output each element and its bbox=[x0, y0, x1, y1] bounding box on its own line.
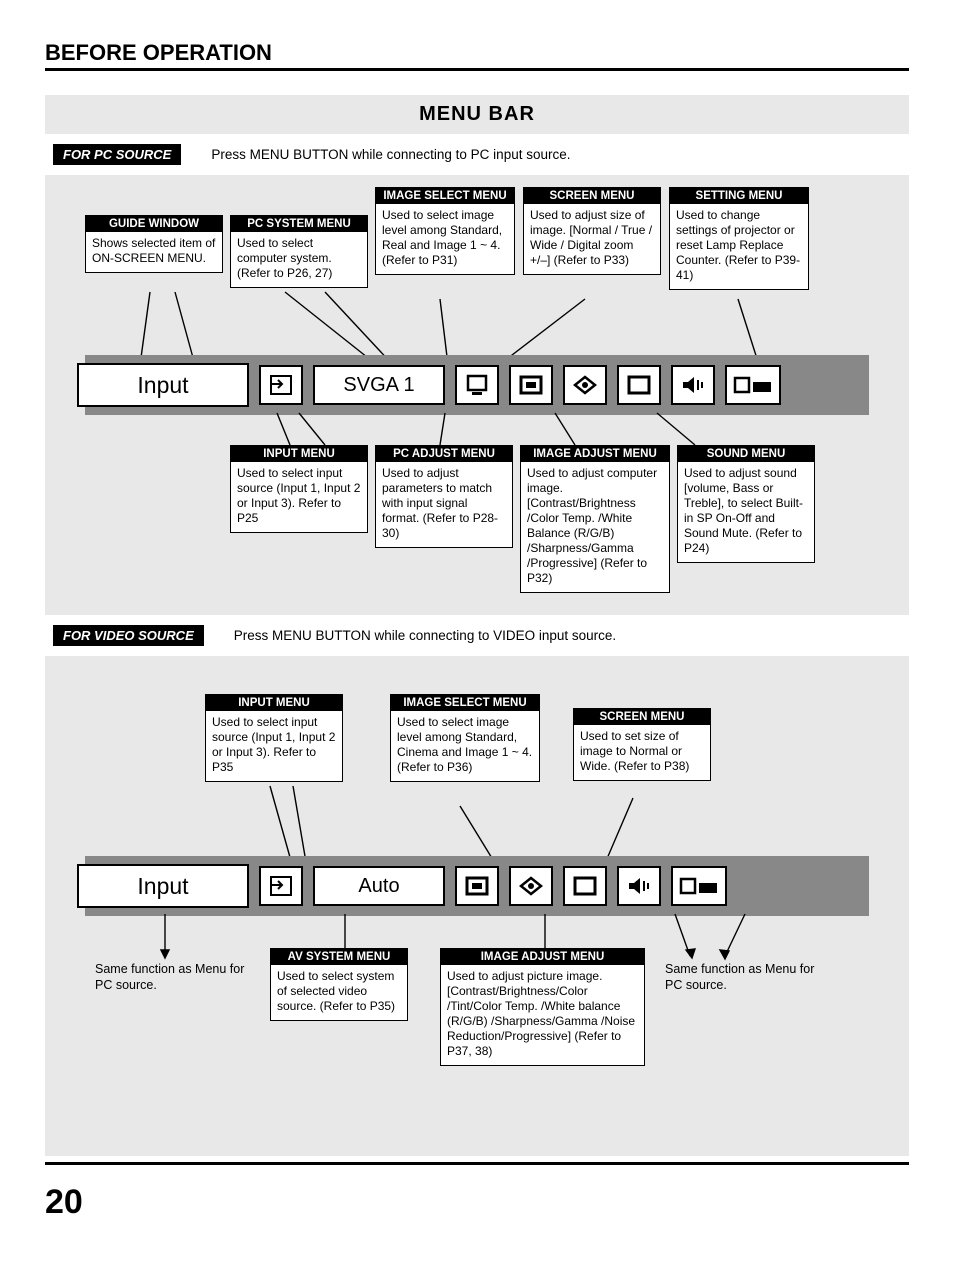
callout-body: Used to adjust computer image. [Contrast… bbox=[521, 462, 669, 592]
page-header: BEFORE OPERATION bbox=[45, 40, 909, 71]
footer-rule bbox=[45, 1162, 909, 1165]
video-source-chip: FOR VIDEO SOURCE bbox=[53, 625, 204, 646]
callout-body: Used to adjust picture image. [Contrast/… bbox=[441, 965, 644, 1065]
callout-av-system: AV SYSTEM MENU Used to select system of … bbox=[270, 948, 408, 1021]
callout-body: Used to adjust parameters to match with … bbox=[376, 462, 512, 547]
pc-diagram: GUIDE WINDOW Shows selected item of ON-S… bbox=[45, 175, 909, 615]
pc-source-desc: Press MENU BUTTON while connecting to PC… bbox=[211, 147, 570, 162]
callout-pc-adjust: PC ADJUST MENU Used to adjust parameters… bbox=[375, 445, 513, 548]
callout-body: Used to select input source (Input 1, In… bbox=[231, 462, 367, 532]
main-content: MENU BAR FOR PC SOURCE Press MENU BUTTON… bbox=[45, 95, 909, 1156]
callout-title: IMAGE ADJUST MENU bbox=[441, 949, 644, 965]
callout-sound: SOUND MENU Used to adjust sound [volume,… bbox=[677, 445, 815, 563]
pc-source-row: FOR PC SOURCE Press MENU BUTTON while co… bbox=[45, 134, 909, 175]
callout-title: IMAGE ADJUST MENU bbox=[521, 446, 669, 462]
pc-source-chip: FOR PC SOURCE bbox=[53, 144, 181, 165]
video-source-desc: Press MENU BUTTON while connecting to VI… bbox=[234, 628, 616, 643]
video-diagram: INPUT MENU Used to select input source (… bbox=[45, 656, 909, 1136]
video-source-row: FOR VIDEO SOURCE Press MENU BUTTON while… bbox=[45, 615, 909, 656]
callout-body: Used to adjust sound [volume, Bass or Tr… bbox=[678, 462, 814, 562]
callout-title: PC ADJUST MENU bbox=[376, 446, 512, 462]
callout-v-image-adjust: IMAGE ADJUST MENU Used to adjust picture… bbox=[440, 948, 645, 1066]
callout-title: INPUT MENU bbox=[231, 446, 367, 462]
menu-bar-title: MENU BAR bbox=[45, 95, 909, 134]
callout-title: AV SYSTEM MENU bbox=[271, 949, 407, 965]
callout-title: SOUND MENU bbox=[678, 446, 814, 462]
callout-input: INPUT MENU Used to select input source (… bbox=[230, 445, 368, 533]
page-number: 20 bbox=[45, 1183, 909, 1222]
note-same-right: Same function as Menu for PC source. bbox=[665, 961, 815, 994]
callout-image-adjust: IMAGE ADJUST MENU Used to adjust compute… bbox=[520, 445, 670, 593]
callout-body: Used to select system of selected video … bbox=[271, 965, 407, 1020]
note-same-left: Same function as Menu for PC source. bbox=[95, 961, 245, 994]
